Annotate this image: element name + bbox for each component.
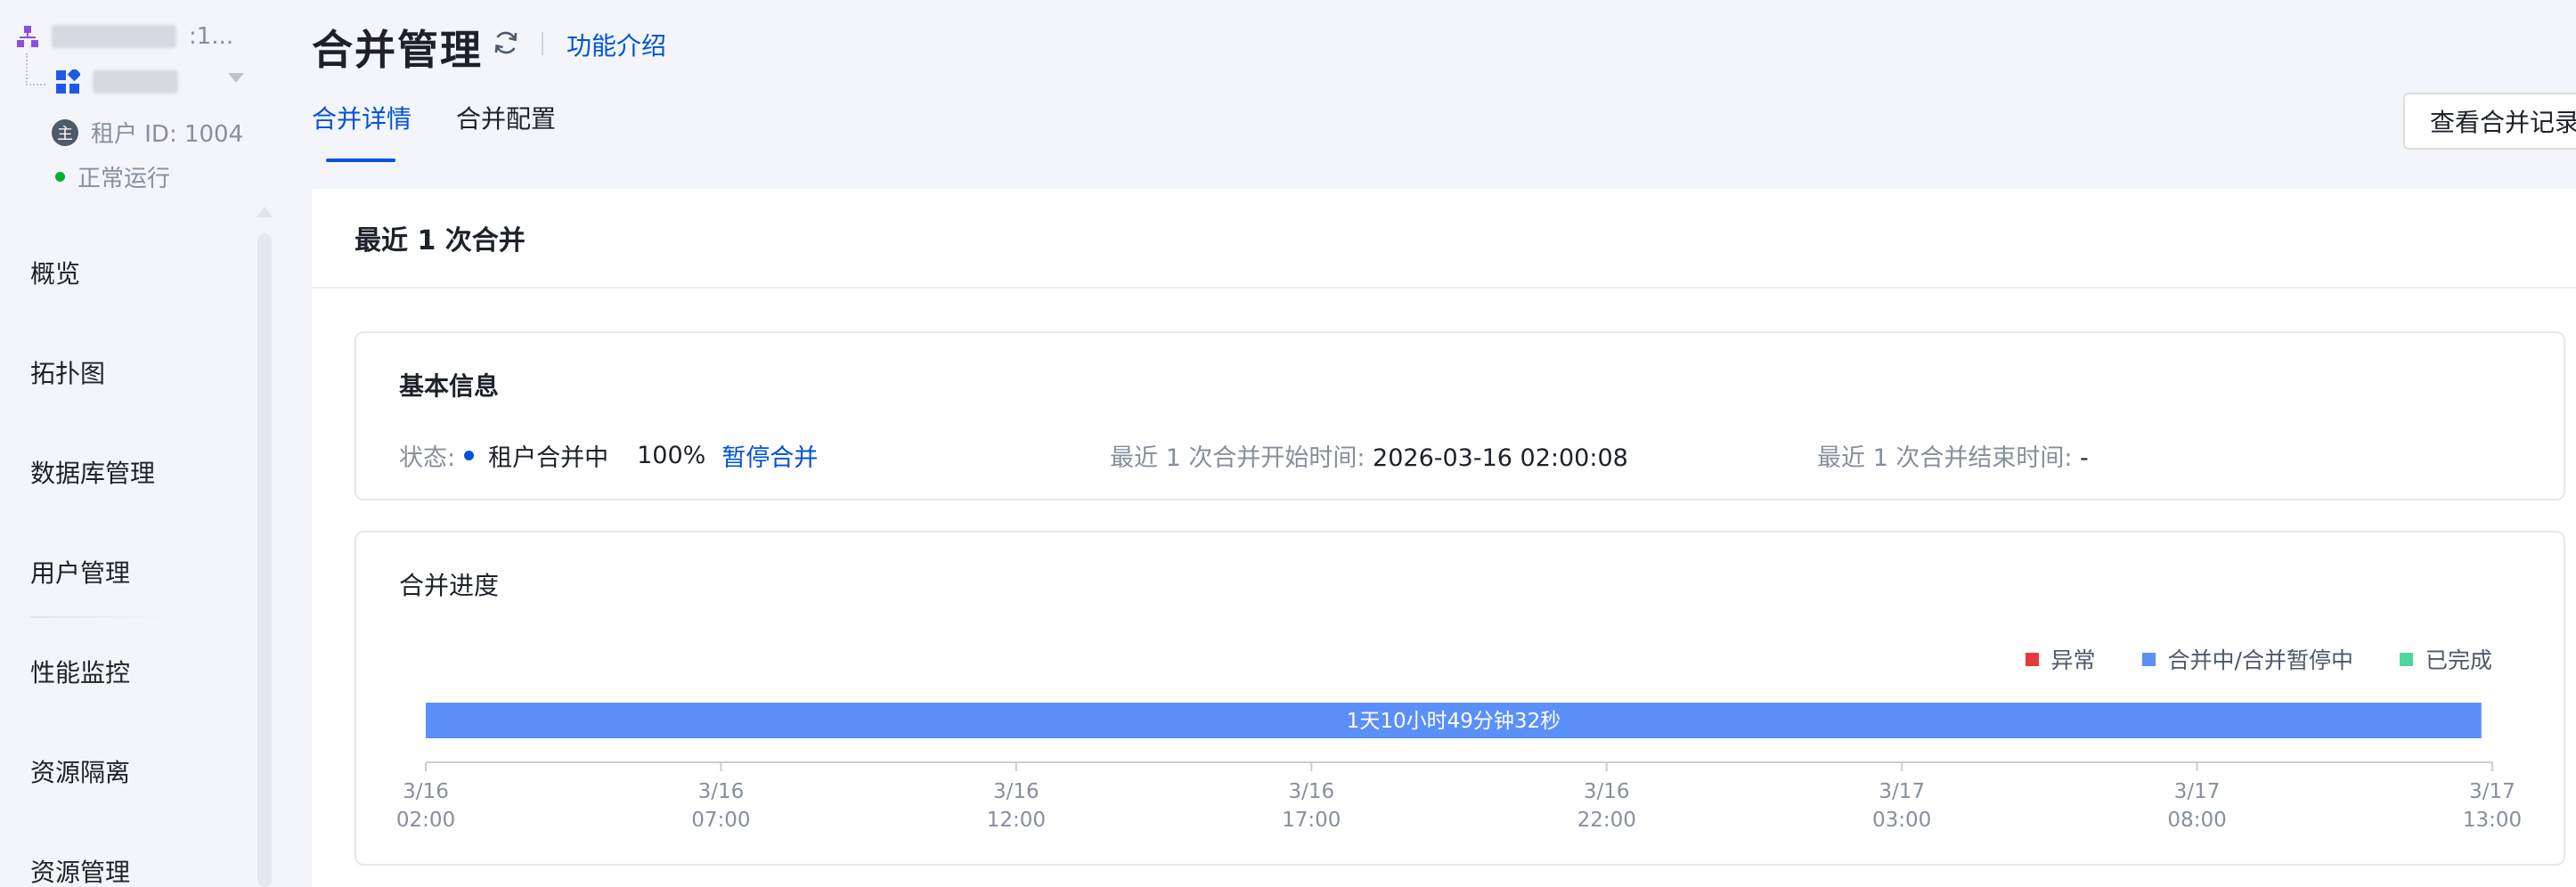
legend-swatch-error [2025, 652, 2039, 666]
end-time-label: 最近 1 次合并结束时间: [1817, 444, 2073, 472]
tenant-id-text: 租户 ID: 1004 [91, 121, 244, 148]
axis-tick-date: 3/16 [698, 780, 745, 803]
axis-tick-time: 13:00 [2463, 809, 2522, 832]
refresh-icon[interactable] [492, 28, 520, 57]
sidebar-scrollbar[interactable] [257, 233, 272, 887]
tab-merge-details[interactable]: 合并详情 [312, 100, 412, 162]
merge-status: 状态: 租户合并中 100% 暂停合并 [399, 438, 818, 473]
axis-tick-time: 08:00 [2167, 809, 2226, 832]
merge-progress-panel: 合并进度 异常 合并中/合并暂停中 已完成 1天10小时49分钟32秒 3/16 0… [355, 531, 2565, 866]
legend-label-merging: 合并中/合并暂停中 [2167, 647, 2353, 673]
cluster-name-suffix: :1... [189, 23, 234, 50]
cluster-icon [17, 26, 38, 47]
primary-badge: 主 [52, 118, 78, 146]
legend-swatch-merging [2141, 652, 2156, 666]
axis-tick-time: 02:00 [396, 809, 455, 832]
title-divider [542, 32, 543, 55]
start-time-label: 最近 1 次合并开始时间: [1110, 444, 1365, 472]
basic-info-panel: 基本信息 状态: 租户合并中 100% 暂停合并 最近 1 次合并开始时间: 2… [355, 331, 2565, 500]
sidebar-item-monitoring[interactable]: 性能监控 [0, 622, 249, 721]
view-merge-records-button[interactable]: 查看合并记录 [2403, 93, 2576, 150]
axis-tick-date: 3/16 [993, 780, 1039, 803]
merge-end-time: 最近 1 次合并结束时间: - [1817, 438, 2089, 473]
feature-intro-link[interactable]: 功能介绍 [567, 27, 666, 62]
end-time-value: - [2080, 444, 2089, 472]
merge-percent: 100% [637, 442, 706, 469]
sidebar-item-database[interactable]: 数据库管理 [0, 422, 249, 522]
axis-tick-time: 17:00 [1282, 809, 1341, 832]
page-title: 合并管理 [312, 26, 483, 74]
tenant-status-text: 正常运行 [77, 166, 171, 192]
legend-item-error[interactable]: 异常 [2025, 643, 2096, 675]
axis-tick-date: 3/17 [2469, 780, 2515, 803]
axis-tick-time: 07:00 [691, 809, 750, 832]
pause-merge-link[interactable]: 暂停合并 [721, 438, 818, 473]
tenant-name-redacted [93, 70, 178, 94]
legend-label-done: 已完成 [2425, 647, 2492, 673]
card-title: 最近 1 次合并 [312, 189, 2576, 289]
tab-merge-config[interactable]: 合并配置 [456, 100, 556, 162]
start-time-value: 2026-03-16 02:00:08 [1373, 444, 1628, 472]
status-dot-icon [55, 172, 65, 182]
status-value: 租户合并中 [488, 444, 609, 472]
legend-item-done[interactable]: 已完成 [2399, 643, 2492, 675]
axis-tick-time: 22:00 [1577, 809, 1636, 832]
progress-bar-label: 1天10小时49分钟32秒 [1347, 710, 1561, 733]
chart-legend: 异常 合并中/合并暂停中 已完成 [2025, 643, 2492, 675]
cluster-name-redacted [52, 25, 176, 48]
axis-tick-date: 3/17 [1879, 780, 1925, 803]
tree-connector [26, 53, 45, 85]
sidebar-item-overview[interactable]: 概览 [0, 223, 249, 322]
legend-swatch-done [2399, 652, 2413, 666]
sidebar-item-users[interactable]: 用户管理 [0, 522, 249, 622]
tenant-status: 正常运行 [55, 160, 170, 193]
sidebar: :1... 主 租户 ID: 1004 正常运行 概览 拓扑图 数据库管理 用户… [0, 0, 276, 887]
sidebar-item-isolation[interactable]: 资源隔离 [0, 721, 249, 821]
axis-tick-time: 03:00 [1872, 809, 1931, 832]
scroll-up-arrow-icon[interactable] [257, 207, 273, 217]
merge-timeline-chart: 1天10小时49分钟32秒 3/16 02:00 3/16 07:00 3/16 12:00… [396, 703, 2522, 832]
merge-start-time: 最近 1 次合并开始时间: 2026-03-16 02:00:08 [1110, 438, 1628, 473]
axis-tick-date: 3/16 [1584, 780, 1630, 803]
legend-item-merging[interactable]: 合并中/合并暂停中 [2141, 643, 2353, 675]
axis-tick-date: 3/17 [2174, 780, 2221, 803]
chevron-down-icon[interactable] [228, 73, 244, 83]
sidebar-nav: 概览 拓扑图 数据库管理 用户管理 性能监控 资源隔离 资源管理 [0, 223, 249, 887]
basic-info-title: 基本信息 [399, 371, 500, 401]
latest-merge-card: 最近 1 次合并 基本信息 状态: 租户合并中 100% 暂停合并 最近 1 次… [312, 189, 2576, 887]
status-label: 状态: [399, 444, 456, 472]
axis-tick-time: 12:00 [987, 809, 1046, 832]
tenant-name-row[interactable] [55, 69, 178, 94]
legend-label-error: 异常 [2050, 647, 2096, 673]
tab-bar: 合并详情 合并配置 [312, 100, 556, 162]
nav-divider [30, 616, 173, 618]
sidebar-item-resources[interactable]: 资源管理 [0, 821, 249, 887]
tenant-selector[interactable]: :1... [16, 23, 233, 50]
status-dot-icon [464, 451, 475, 460]
tenant-id: 主 租户 ID: 1004 [52, 116, 243, 149]
sidebar-item-topology[interactable]: 拓扑图 [0, 322, 249, 422]
axis-tick-date: 3/16 [403, 780, 449, 803]
axis-tick-date: 3/16 [1288, 780, 1334, 803]
tenant-icon [56, 69, 80, 94]
progress-title: 合并进度 [399, 571, 500, 600]
